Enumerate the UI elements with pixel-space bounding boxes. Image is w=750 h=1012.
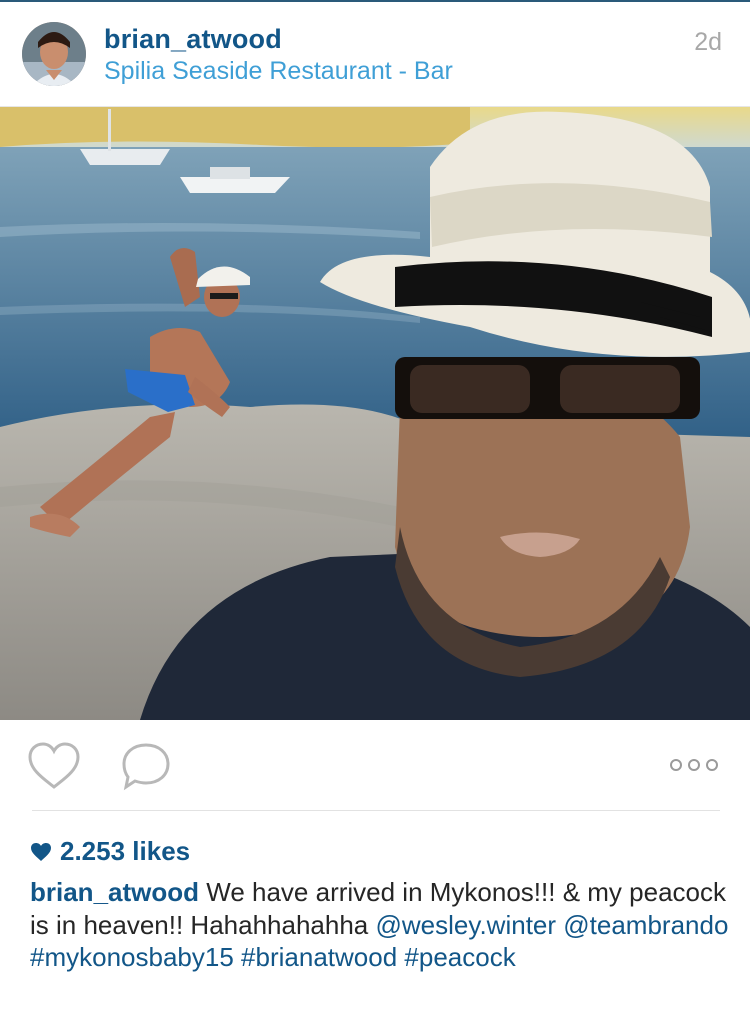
post-header: brian_atwood Spilia Seaside Restaurant -… bbox=[0, 2, 750, 107]
post-caption: brian_atwood We have arrived in Mykonos!… bbox=[30, 876, 730, 974]
avatar[interactable] bbox=[22, 22, 86, 86]
timestamp: 2d bbox=[694, 28, 722, 56]
actions-divider bbox=[32, 810, 720, 811]
comment-speech-bubble-icon[interactable] bbox=[120, 742, 172, 792]
hashtag-link[interactable]: #brianatwood bbox=[241, 942, 397, 972]
caption-username-link[interactable]: brian_atwood bbox=[30, 877, 199, 907]
post-photo[interactable] bbox=[0, 107, 750, 720]
hashtag-link[interactable]: #mykonosbaby15 bbox=[30, 942, 234, 972]
likes-count[interactable]: 2.253 likes bbox=[30, 836, 190, 867]
likes-heart-icon bbox=[31, 842, 51, 861]
more-options-ellipsis-icon[interactable] bbox=[668, 757, 720, 773]
post-actions bbox=[0, 720, 750, 810]
mention-link[interactable]: @teambrando bbox=[563, 910, 728, 940]
mention-link[interactable]: @wesley.winter bbox=[376, 910, 557, 940]
like-heart-outline-icon[interactable] bbox=[26, 742, 82, 792]
location-link[interactable]: Spilia Seaside Restaurant - Bar bbox=[104, 57, 453, 86]
username-link[interactable]: brian_atwood bbox=[104, 24, 282, 55]
hashtag-link[interactable]: #peacock bbox=[404, 942, 515, 972]
likes-label: 2.253 likes bbox=[60, 836, 191, 866]
